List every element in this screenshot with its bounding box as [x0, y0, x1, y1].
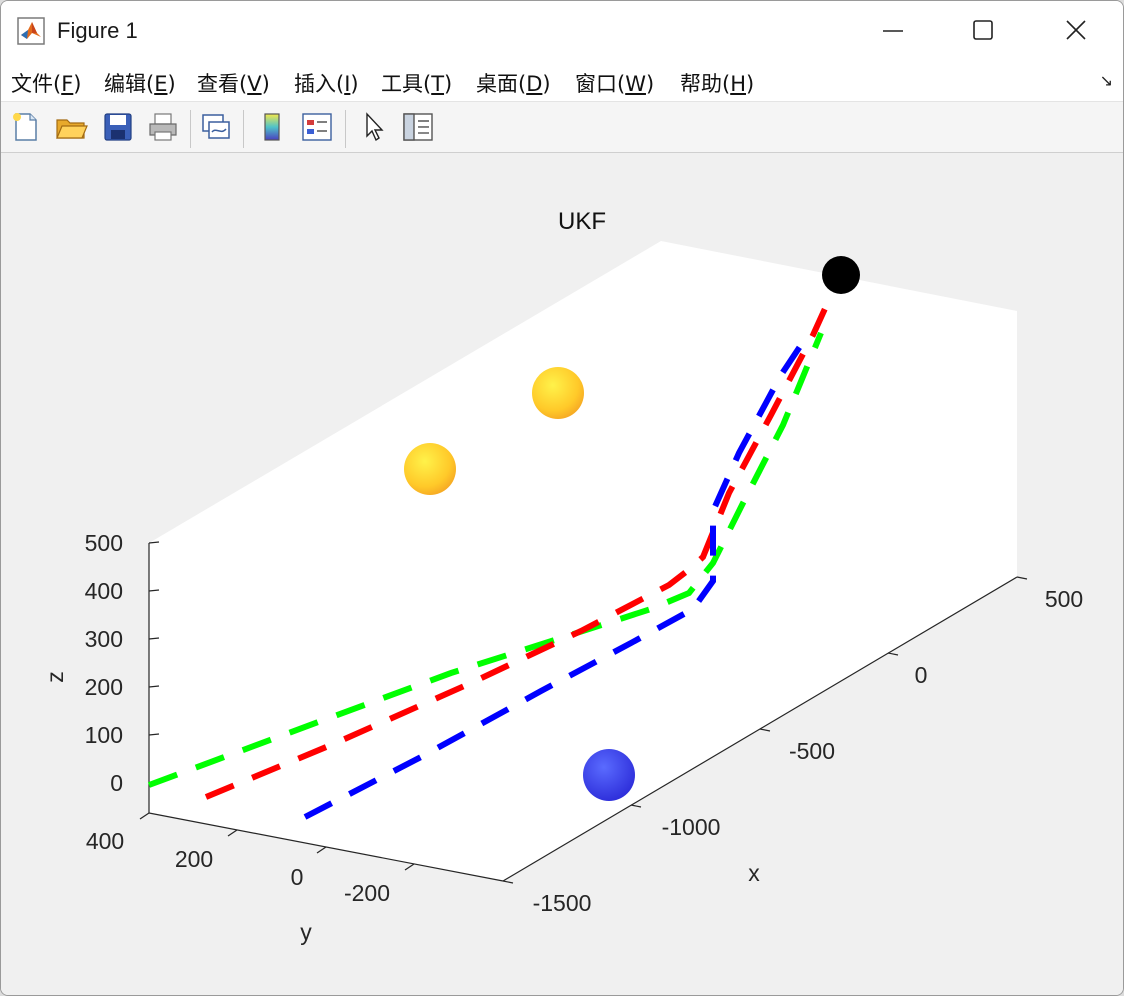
x-tick-label: -1500	[533, 890, 592, 916]
plot-3d[interactable]: 500 400 300 200 100 0 z 400 200 0 -200 y	[1, 153, 1123, 995]
figure-window: Figure 1 文件(F) 编辑(E) 查看(V) 插入(I) 工具(T) 桌…	[0, 0, 1124, 996]
colorbar-icon[interactable]	[255, 110, 289, 144]
menu-file[interactable]: 文件(F)	[11, 68, 82, 98]
open-folder-icon[interactable]	[54, 110, 88, 144]
z-tick-label: 100	[85, 722, 123, 748]
z-tick-label: 400	[85, 578, 123, 604]
maximize-icon	[973, 20, 993, 40]
maximize-button[interactable]	[937, 1, 1029, 61]
z-axis-label: z	[42, 671, 68, 683]
z-tick-label: 0	[110, 770, 123, 796]
z-tick-label: 300	[85, 626, 123, 652]
menu-insert[interactable]: 插入(I)	[294, 68, 359, 98]
menu-desktop[interactable]: 桌面(D)	[476, 68, 551, 98]
menu-window[interactable]: 窗口(W)	[575, 68, 654, 98]
y-tick-label: -200	[344, 880, 390, 906]
menu-tools[interactable]: 工具(T)	[381, 68, 452, 98]
y-tick-label: 0	[291, 864, 304, 890]
z-tick-label: 500	[85, 530, 123, 556]
y-tick-label: 400	[86, 828, 124, 854]
print-icon[interactable]	[146, 110, 180, 144]
toolbar-separator	[243, 110, 244, 148]
property-inspector-icon[interactable]	[401, 110, 435, 144]
x-tick-label: 500	[1045, 586, 1083, 612]
legend-icon[interactable]	[300, 110, 334, 144]
close-button[interactable]	[1031, 1, 1123, 61]
menu-view[interactable]: 查看(V)	[197, 68, 270, 98]
x-tick-label: -500	[789, 738, 835, 764]
figure-toolbar	[1, 102, 1123, 153]
x-tick-label: 0	[915, 662, 928, 688]
toolbar-separator	[345, 110, 346, 148]
menu-help[interactable]: 帮助(H)	[680, 68, 754, 98]
close-icon	[1066, 20, 1086, 40]
window-title: Figure 1	[57, 18, 138, 43]
minimize-icon	[883, 30, 903, 32]
y-tick-label: 200	[175, 846, 213, 872]
minimize-button[interactable]	[847, 1, 939, 61]
menu-edit[interactable]: 编辑(E)	[104, 68, 176, 98]
save-icon[interactable]	[101, 110, 135, 144]
x-axis-label: x	[748, 860, 760, 886]
toolbar-separator	[190, 110, 191, 148]
yellow-sphere-marker	[532, 367, 584, 419]
z-tick-label: 200	[85, 674, 123, 700]
yellow-sphere-marker	[404, 443, 456, 495]
menu-bar: 文件(F) 编辑(E) 查看(V) 插入(I) 工具(T) 桌面(D) 窗口(W…	[1, 61, 1123, 102]
start-point-marker	[822, 256, 860, 294]
chart-title: UKF	[558, 208, 606, 235]
figure-canvas: 500 400 300 200 100 0 z 400 200 0 -200 y	[1, 153, 1123, 995]
matlab-logo-icon	[17, 17, 45, 45]
new-figure-icon[interactable]	[9, 110, 43, 144]
x-tick-label: -1000	[662, 814, 721, 840]
edit-plot-arrow-icon[interactable]	[357, 110, 391, 144]
axes-pane	[149, 241, 1017, 881]
blue-sphere-marker	[583, 749, 635, 801]
y-axis-label: y	[300, 919, 312, 945]
title-bar[interactable]: Figure 1	[1, 1, 1123, 61]
link-plot-icon[interactable]	[199, 110, 233, 144]
dock-arrow-icon[interactable]: ↘	[1100, 71, 1113, 90]
